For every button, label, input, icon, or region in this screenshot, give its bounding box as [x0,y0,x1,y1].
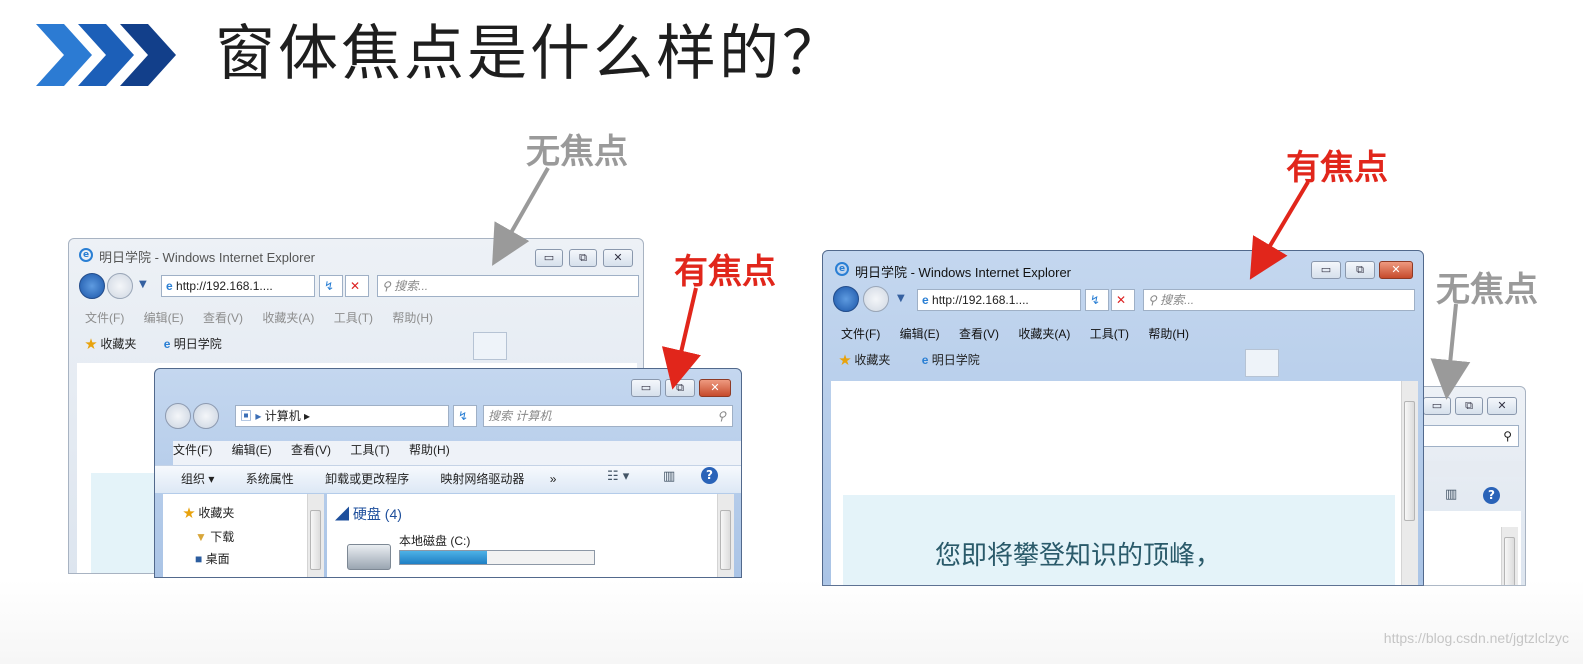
arrow-to-unfocused-explorer [1430,303,1471,400]
arrow-to-focused-explorer [661,287,701,390]
bottom-fade [0,580,1583,664]
arrow-to-unfocused-ie [492,167,550,266]
arrow-to-focused-ie [1249,180,1310,280]
watermark: https://blog.csdn.net/jgtzlclzyc [1383,630,1569,646]
annotation-arrows [492,167,1471,400]
